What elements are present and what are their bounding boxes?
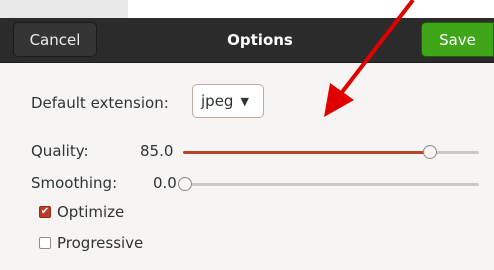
chevron-down-icon: ▼ <box>240 94 249 108</box>
smoothing-slider-handle[interactable] <box>178 177 192 191</box>
optimize-label: Optimize <box>57 203 125 221</box>
optimize-checkbox[interactable]: ✔ <box>39 206 51 218</box>
progressive-option[interactable]: Progressive <box>39 234 143 252</box>
quality-slider-fill <box>183 151 430 154</box>
default-extension-label: Default extension: <box>31 94 169 112</box>
options-dialog: Cancel Options Save Default extension: j… <box>0 0 494 270</box>
quality-slider-handle[interactable] <box>422 145 437 159</box>
progressive-label: Progressive <box>57 234 144 252</box>
default-extension-value: jpeg <box>201 92 234 110</box>
smoothing-label: Smoothing: <box>31 174 118 192</box>
background-window-tab <box>0 0 128 18</box>
background-window-strip <box>0 0 494 18</box>
save-button[interactable]: Save <box>421 22 494 57</box>
smoothing-slider[interactable] <box>178 177 479 191</box>
quality-label: Quality: <box>31 142 89 160</box>
smoothing-value: 0.0 <box>153 174 177 192</box>
cancel-button[interactable]: Cancel <box>13 22 97 57</box>
quality-slider[interactable] <box>183 145 479 159</box>
quality-value: 85.0 <box>140 142 174 160</box>
header-bar: Cancel Options Save <box>0 18 494 63</box>
optimize-option[interactable]: ✔ Optimize <box>39 203 124 221</box>
options-content: Default extension: jpeg ▼ Quality: 85.0 … <box>0 63 494 270</box>
default-extension-dropdown[interactable]: jpeg ▼ <box>192 84 264 118</box>
progressive-checkbox[interactable] <box>39 237 51 249</box>
dialog-title: Options <box>227 31 293 49</box>
